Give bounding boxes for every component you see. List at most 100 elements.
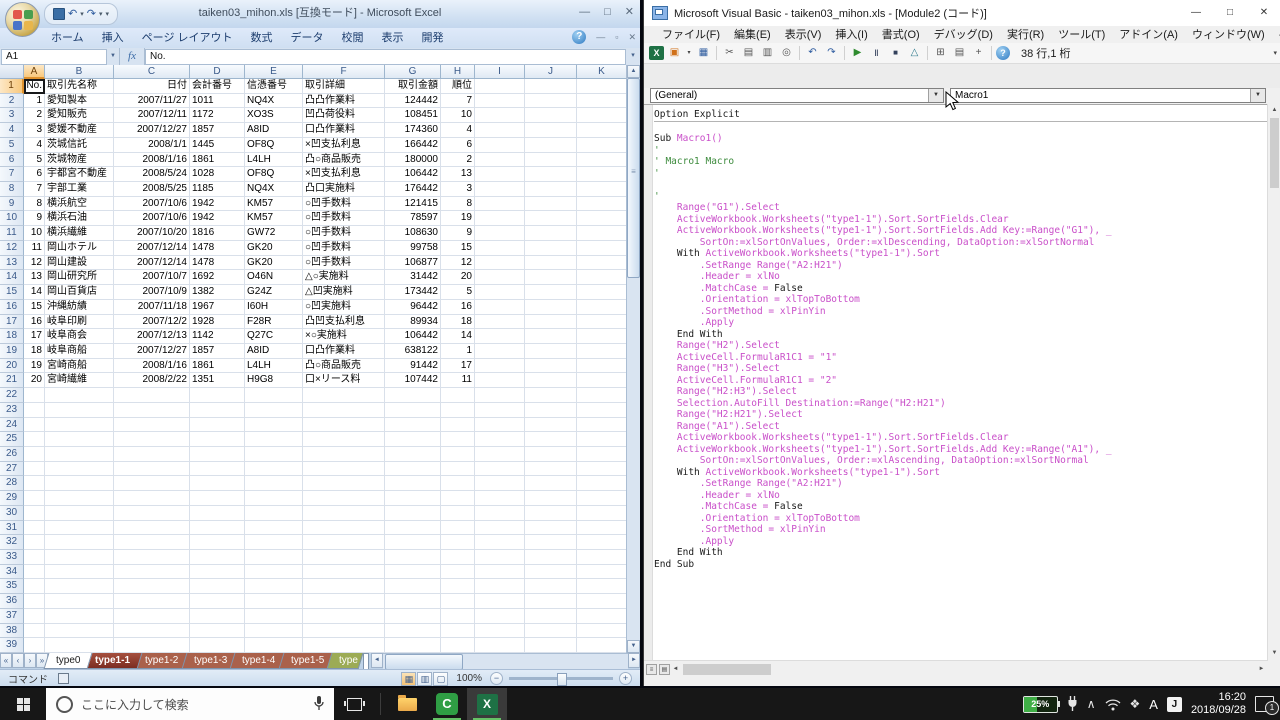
cell-I39[interactable] [475, 638, 525, 653]
cell-J19[interactable] [525, 343, 577, 359]
insert-dropdown-icon[interactable]: ▾ [685, 45, 693, 61]
cell-B26[interactable] [45, 446, 114, 462]
row-header-19[interactable]: 19 [0, 343, 24, 359]
column-header-I[interactable]: I [475, 65, 525, 79]
macro-record-icon[interactable] [58, 673, 69, 684]
cell-D36[interactable] [190, 594, 245, 609]
cell-E2[interactable]: NQ4X [245, 93, 303, 109]
cell-F30[interactable] [303, 505, 385, 521]
cell-J7[interactable] [525, 167, 577, 183]
cell-G11[interactable]: 108630 [385, 226, 441, 241]
cell-A3[interactable]: 2 [24, 108, 45, 124]
cell-B1[interactable]: 取引先名称 [45, 79, 114, 94]
scroll-down-icon[interactable]: ▼ [627, 640, 640, 653]
row-header-35[interactable]: 35 [0, 579, 24, 595]
cell-K37[interactable] [577, 608, 627, 624]
camtasia-button[interactable]: C [427, 688, 467, 720]
cell-K22[interactable] [577, 388, 627, 403]
cell-C12[interactable]: 2007/12/14 [114, 240, 190, 256]
row-header-33[interactable]: 33 [0, 550, 24, 565]
cell-J30[interactable] [525, 505, 577, 521]
cell-E29[interactable] [245, 491, 303, 506]
cell-J20[interactable] [525, 358, 577, 374]
redo-icon[interactable]: ↷ [823, 45, 840, 61]
cell-B28[interactable] [45, 476, 114, 492]
column-header-J[interactable]: J [525, 65, 577, 79]
cell-D28[interactable] [190, 476, 245, 492]
cell-D12[interactable]: 1478 [190, 240, 245, 256]
row-header-38[interactable]: 38 [0, 623, 24, 639]
cell-C37[interactable] [114, 608, 190, 624]
name-box[interactable]: A1 [1, 49, 107, 65]
row-header-32[interactable]: 32 [0, 535, 24, 550]
cell-G38[interactable] [385, 623, 441, 639]
code-line[interactable]: SortOn:=xlSortOnValues, Order:=xlAscendi… [654, 455, 1268, 467]
cell-B23[interactable] [45, 402, 114, 418]
row-header-25[interactable]: 25 [0, 432, 24, 447]
cell-D2[interactable]: 1011 [190, 93, 245, 109]
cell-D33[interactable] [190, 550, 245, 565]
cell-J33[interactable] [525, 550, 577, 565]
cell-D3[interactable]: 1172 [190, 108, 245, 124]
minimize-button[interactable]: — [579, 4, 590, 20]
cell-E25[interactable] [245, 432, 303, 447]
cell-K34[interactable] [577, 564, 627, 580]
cell-G5[interactable]: 166442 [385, 137, 441, 153]
scroll-down-icon[interactable]: ▼ [1268, 647, 1280, 660]
row-header-26[interactable]: 26 [0, 446, 24, 462]
cell-A20[interactable]: 19 [24, 358, 45, 374]
cell-D18[interactable]: 1142 [190, 329, 245, 344]
cell-B3[interactable]: 愛知販売 [45, 108, 114, 124]
column-header-F[interactable]: F [303, 65, 385, 79]
cell-I33[interactable] [475, 550, 525, 565]
code-editor[interactable]: Option Explicit Sub Macro1() ' ' Macro1 Mac… [644, 104, 1268, 661]
cell-A24[interactable] [24, 417, 45, 433]
cell-C3[interactable]: 2007/12/11 [114, 108, 190, 124]
cell-E17[interactable]: F28R [245, 314, 303, 330]
cell-H9[interactable]: 8 [441, 196, 475, 212]
code-vertical-scrollbar[interactable]: ▲ ▼ [1267, 104, 1280, 660]
zoom-out-button[interactable]: − [490, 672, 503, 685]
cell-H6[interactable]: 2 [441, 152, 475, 168]
code-line[interactable]: With ActiveWorkbook.Worksheets("type1-1"… [654, 467, 1268, 479]
cell-B35[interactable] [45, 579, 114, 595]
cell-E34[interactable] [245, 564, 303, 580]
cell-G36[interactable] [385, 594, 441, 609]
cell-C9[interactable]: 2007/10/6 [114, 196, 190, 212]
cell-F27[interactable] [303, 461, 385, 477]
cell-B15[interactable]: 岡山百貨店 [45, 285, 114, 300]
row-header-7[interactable]: 7 [0, 167, 24, 183]
cell-B17[interactable]: 岐阜印刷 [45, 314, 114, 330]
cell-J32[interactable] [525, 535, 577, 550]
code-line[interactable]: Range("A1").Select [654, 421, 1268, 433]
cell-F1[interactable]: 取引詳細 [303, 79, 385, 94]
cell-C17[interactable]: 2007/12/2 [114, 314, 190, 330]
cell-C29[interactable] [114, 491, 190, 506]
cell-D19[interactable]: 1857 [190, 343, 245, 359]
code-line[interactable]: Sub Macro1() [654, 133, 1268, 145]
code-line[interactable]: .SortMethod = xlPinYin [654, 524, 1268, 536]
code-line[interactable]: End Sub [654, 559, 1268, 571]
code-line[interactable]: .MatchCase = False [654, 283, 1268, 295]
scroll-right-icon[interactable]: ► [628, 653, 640, 668]
cell-J3[interactable] [525, 108, 577, 124]
cell-E8[interactable]: NQ4X [245, 182, 303, 197]
row-header-12[interactable]: 12 [0, 240, 24, 256]
cell-H11[interactable]: 9 [441, 226, 475, 241]
column-header-A[interactable]: A [24, 65, 45, 79]
cell-H38[interactable] [441, 623, 475, 639]
cell-I18[interactable] [475, 329, 525, 344]
code-line[interactable]: .Header = xlNo [654, 490, 1268, 502]
cell-F14[interactable]: △○実施料 [303, 270, 385, 286]
cell-F22[interactable] [303, 388, 385, 403]
cell-C36[interactable] [114, 594, 190, 609]
cell-A9[interactable]: 8 [24, 196, 45, 212]
cell-I36[interactable] [475, 594, 525, 609]
cell-F3[interactable]: 凹凸荷役料 [303, 108, 385, 124]
cell-I23[interactable] [475, 402, 525, 418]
cell-E35[interactable] [245, 579, 303, 595]
cell-B6[interactable]: 茨城物産 [45, 152, 114, 168]
cell-K4[interactable] [577, 123, 627, 138]
cell-K31[interactable] [577, 520, 627, 536]
cell-D6[interactable]: 1861 [190, 152, 245, 168]
